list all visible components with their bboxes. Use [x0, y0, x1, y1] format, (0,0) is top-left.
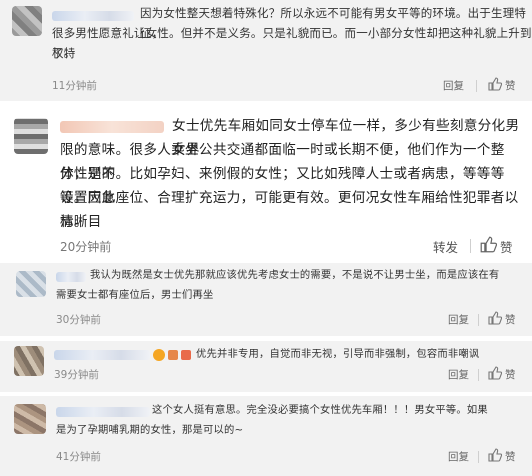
like-button[interactable]: 赞: [500, 237, 513, 256]
reply-button[interactable]: 回复: [448, 367, 469, 382]
like-icon[interactable]: [480, 236, 497, 253]
reply-button[interactable]: 回复: [448, 449, 469, 464]
comment-time: 20分钟前: [60, 240, 112, 254]
comment-time: 30分钟前: [56, 314, 101, 326]
member-badge-icon: [153, 349, 165, 361]
like-icon[interactable]: [488, 366, 502, 380]
comment-text: 权。: [52, 46, 76, 60]
comment-text: 这个女人挺有意思。完全没必要搞个女性优先车厢！！！男女平等。如果: [152, 404, 488, 416]
like-icon[interactable]: [488, 448, 502, 462]
username-blurred[interactable]: [56, 272, 86, 282]
divider: [478, 451, 479, 463]
divider: [476, 80, 477, 92]
level-badge-icon: [181, 350, 191, 360]
comment-text: 我认为既然是女士优先那就应该优先考虑女士的需要，不是说不让男士坐，而是应该在有: [90, 269, 500, 281]
like-button[interactable]: 赞: [505, 78, 516, 93]
comment-text: 优先并非专用，自觉而非无视，引导而非强制，包容而非嘲讽: [196, 348, 480, 360]
divider: [478, 369, 479, 381]
username-blurred[interactable]: [54, 350, 150, 360]
avatar[interactable]: [16, 271, 46, 297]
comment-card: 我认为既然是女士优先那就应该优先考虑女士的需要，不是说不让男士坐，而是应该在有 …: [0, 263, 532, 336]
comment-card: 女士优先车厢如同女士停车位一样，多少有些刻意分化男女界 限的意味。很多人乘坐公共…: [0, 101, 532, 261]
avatar[interactable]: [14, 118, 48, 154]
comment-text: 设置应急座位、合理扩充运力，可能更有效。更何况女性车厢给性犯罪者以清晰目: [60, 190, 519, 231]
divider: [470, 239, 471, 253]
username-blurred[interactable]: [52, 11, 134, 21]
comment-card: 这个女人挺有意思。完全没必要搞个女性优先车厢！！！男女平等。如果 是为了孕期哺乳…: [0, 396, 532, 476]
username-blurred[interactable]: [60, 121, 164, 133]
repost-button[interactable]: 转发: [433, 237, 458, 256]
like-icon[interactable]: [488, 77, 502, 91]
avatar[interactable]: [12, 6, 42, 36]
comment-text: 很多男性愿意礼让女性。但并不是义务。只是礼貌而已。而一小部分女性却把这种礼貌上升…: [52, 26, 532, 60]
like-button[interactable]: 赞: [505, 367, 516, 382]
comment-time: 11分钟前: [52, 80, 97, 92]
reply-button[interactable]: 回复: [448, 312, 469, 327]
like-icon[interactable]: [488, 311, 502, 325]
divider: [478, 314, 479, 326]
level-badge-icon: [168, 350, 178, 360]
comment-text: 标。: [60, 214, 88, 230]
like-button[interactable]: 赞: [505, 449, 516, 464]
avatar[interactable]: [14, 346, 44, 376]
like-button[interactable]: 赞: [505, 312, 516, 327]
comment-card: 因为女性整天想着特殊化？所以永远不可能有男女平等的环境。出于生理特征， 很多男性…: [0, 0, 532, 101]
avatar[interactable]: [14, 404, 46, 434]
comment-time: 41分钟前: [56, 451, 101, 463]
comment-time: 39分钟前: [54, 369, 99, 381]
comment-text: 需要女士都有座位后，男士们再坐: [56, 289, 214, 301]
comment-card: 优先并非专用，自觉而非无视，引导而非强制，包容而非嘲讽 39分钟前 回复 赞: [0, 341, 532, 392]
comment-text: 是为了孕期哺乳期的女性，那是可以的~: [56, 424, 244, 436]
reply-button[interactable]: 回复: [443, 78, 464, 93]
username-blurred[interactable]: [56, 407, 150, 417]
